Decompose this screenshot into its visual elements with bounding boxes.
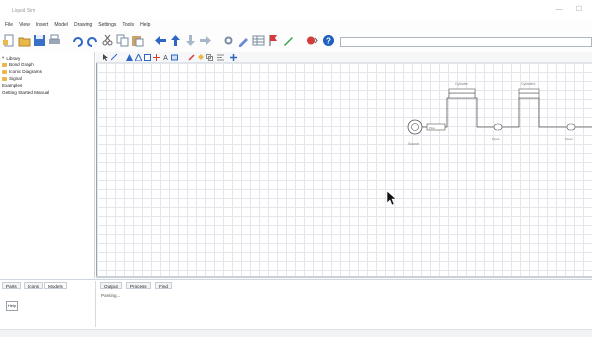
drawing-canvas[interactable]: Source Cylinder Cylinder1 Pipe Pipe1 Pip… <box>96 63 592 278</box>
status-bar <box>0 329 592 337</box>
folder-icon <box>2 62 7 67</box>
pen-icon[interactable] <box>188 54 195 61</box>
folder-icon <box>2 76 7 81</box>
tree-item-library[interactable]: ▾ Library <box>2 55 20 61</box>
menu-view[interactable]: View <box>19 22 30 28</box>
tree-item-signal[interactable]: Signal <box>2 76 22 81</box>
diagram-label-pipe2: Pipe2 <box>565 137 573 141</box>
copy-icon[interactable] <box>116 34 129 47</box>
library-pane: ▾ Library Bond Graph Iconic Diagrams Sig… <box>0 52 95 278</box>
cut-icon[interactable] <box>101 34 114 47</box>
tree-expander[interactable]: ▾ <box>2 55 4 61</box>
tree-item-bond-graph[interactable]: Bond Graph <box>2 62 34 67</box>
tree-item-iconic-diagrams[interactable]: Iconic Diagrams <box>2 69 42 74</box>
menu-file[interactable]: File <box>5 22 13 28</box>
tree-item-getting-started[interactable]: Getting Started Manual <box>2 90 49 95</box>
diagram-label-cylinder: Cylinder <box>455 82 469 86</box>
print-icon[interactable] <box>48 34 61 47</box>
zoom-icon[interactable] <box>230 54 237 61</box>
tab-models[interactable]: Models <box>44 282 67 289</box>
menu-model[interactable]: Model <box>54 22 68 28</box>
group-icon[interactable] <box>206 54 213 61</box>
flag-icon[interactable] <box>267 34 280 47</box>
diagram-label-pipe: Pipe <box>429 126 435 130</box>
window-title: Liquid Sim <box>12 8 36 14</box>
fill-icon[interactable] <box>197 54 204 61</box>
menu-drawing[interactable]: Drawing <box>74 22 92 28</box>
save-icon[interactable] <box>33 34 46 47</box>
title-bar: Liquid Sim — ☐ <box>0 0 592 19</box>
pencil-icon[interactable] <box>282 34 295 47</box>
edit-icon[interactable] <box>237 34 250 47</box>
tab-icons[interactable]: Icons <box>24 282 43 289</box>
maximize-button[interactable]: ☐ <box>572 5 586 15</box>
triangle-outline-icon[interactable] <box>135 54 142 61</box>
diagram: Source Cylinder Cylinder1 Pipe Pipe1 Pip… <box>407 82 592 146</box>
svg-text:?: ? <box>326 37 331 46</box>
tree-item-label: Signal <box>9 76 22 81</box>
settings-icon[interactable] <box>222 34 235 47</box>
tree-item-label: Examples <box>2 83 23 88</box>
menu-insert[interactable]: Insert <box>36 22 49 28</box>
folder-icon <box>2 69 7 74</box>
pipe1-component[interactable] <box>493 123 503 131</box>
triangle-icon[interactable] <box>126 54 133 61</box>
align-icon[interactable] <box>217 54 224 61</box>
pipe-line[interactable] <box>422 97 592 128</box>
tab-process[interactable]: Process <box>126 282 151 289</box>
menu-help[interactable]: Help <box>140 22 150 28</box>
line-icon[interactable] <box>111 54 118 61</box>
application-window: Liquid Sim — ☐ File View Insert Model Dr… <box>0 0 592 337</box>
forward-icon[interactable] <box>199 34 212 47</box>
down-icon[interactable] <box>184 34 197 47</box>
undo-icon[interactable] <box>71 34 84 47</box>
drawing-toolbar: A <box>96 52 592 63</box>
record-icon[interactable] <box>305 34 318 47</box>
tree-item-label: Getting Started Manual <box>2 90 50 95</box>
redo-icon[interactable] <box>86 34 99 47</box>
cylinder1-component[interactable] <box>518 88 540 99</box>
grid-icon[interactable] <box>153 54 160 61</box>
tree-item-label: Bond Graph <box>9 62 34 67</box>
tree-item-examples[interactable]: Examples <box>2 83 22 88</box>
source-component[interactable] <box>407 119 423 135</box>
tab-find[interactable]: Find <box>155 282 172 289</box>
panel-splitter[interactable] <box>95 281 96 327</box>
address-field[interactable] <box>340 37 592 47</box>
menu-tools[interactable]: Tools <box>122 22 134 28</box>
back-icon[interactable] <box>154 34 167 47</box>
tab-parts[interactable]: Parts <box>2 282 21 289</box>
diagram-label-pipe1: Pipe1 <box>492 137 500 141</box>
svg-text:A: A <box>163 55 168 61</box>
menu-settings[interactable]: Settings <box>98 22 116 28</box>
tree-item-label: Library <box>6 55 21 61</box>
cylinder-component[interactable] <box>448 88 476 99</box>
tab-output[interactable]: Output <box>100 282 122 289</box>
diagram-label-source: Source <box>408 142 419 146</box>
help-button[interactable]: Help <box>6 301 18 311</box>
canvas-horizontal-scrollbar[interactable] <box>96 276 592 278</box>
up-icon[interactable] <box>169 34 182 47</box>
main-toolbar: ? <box>0 31 592 51</box>
text-icon[interactable]: A <box>162 54 169 61</box>
paste-icon[interactable] <box>131 34 144 47</box>
menu-bar: File View Insert Model Drawing Settings … <box>0 19 592 30</box>
tree-item-label: Iconic Diagrams <box>9 69 42 74</box>
pointer-icon[interactable] <box>102 54 109 61</box>
table-icon[interactable] <box>252 34 265 47</box>
minimize-button[interactable]: — <box>552 5 566 15</box>
rect-icon[interactable] <box>144 54 151 61</box>
image-icon[interactable] <box>171 54 178 61</box>
diagram-label-cylinder1: Cylinder1 <box>521 82 536 86</box>
new-icon[interactable] <box>3 34 16 47</box>
help-icon[interactable]: ? <box>322 34 335 47</box>
mouse-cursor-icon <box>386 190 397 206</box>
output-log-text: Parsing... <box>101 293 121 298</box>
open-icon[interactable] <box>18 34 31 47</box>
pipe2-component[interactable] <box>566 123 576 131</box>
